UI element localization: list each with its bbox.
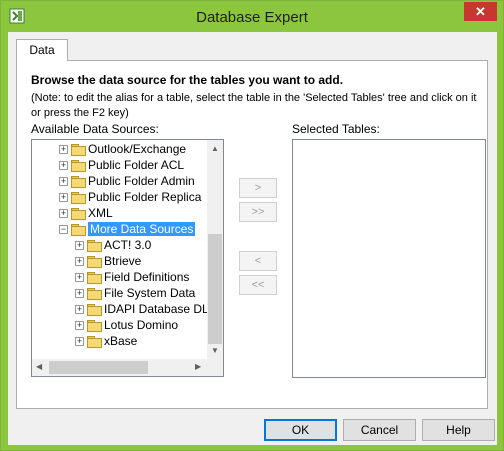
available-data-sources-tree[interactable]: + Outlook/Exchange + Public Folder ACL + Publ… bbox=[31, 139, 224, 377]
tree-item-label: Field Definitions bbox=[104, 270, 190, 284]
expand-icon[interactable]: + bbox=[59, 144, 68, 154]
tree-vertical-scrollbar[interactable]: ▲ ▼ bbox=[207, 140, 223, 360]
tree-item[interactable]: + Btrieve bbox=[75, 253, 141, 269]
add-all-tables-button[interactable]: >> bbox=[239, 202, 277, 222]
expand-icon[interactable]: + bbox=[75, 336, 84, 346]
selected-tables-tree[interactable] bbox=[292, 139, 486, 378]
expand-icon[interactable]: + bbox=[75, 320, 84, 330]
tree-item[interactable]: + IDAPI Database DL bbox=[75, 301, 209, 317]
folder-icon bbox=[71, 143, 86, 156]
collapse-icon[interactable]: − bbox=[59, 224, 68, 234]
horizontal-scroll-thumb[interactable] bbox=[49, 361, 148, 374]
tree-item-label: Public Folder Replica bbox=[88, 190, 202, 204]
tree-item-label: Public Folder ACL bbox=[88, 158, 185, 172]
tree-item-label: File System Data bbox=[104, 286, 196, 300]
expand-icon[interactable]: + bbox=[75, 256, 84, 266]
tree-item-label: Public Folder Admin bbox=[88, 174, 195, 188]
tree-item[interactable]: + Public Folder Replica bbox=[59, 189, 201, 205]
tree-item[interactable]: + Outlook/Exchange bbox=[59, 141, 186, 157]
expand-icon[interactable]: + bbox=[75, 288, 84, 298]
dialog-client-area: Data Browse the data source for the tabl… bbox=[8, 32, 497, 445]
remove-table-button[interactable]: < bbox=[239, 251, 277, 271]
expand-icon[interactable]: + bbox=[59, 160, 68, 170]
folder-icon bbox=[71, 223, 86, 236]
window-title: Database Expert bbox=[196, 9, 308, 26]
cancel-button[interactable]: Cancel bbox=[343, 419, 416, 441]
ok-button[interactable]: OK bbox=[264, 419, 337, 441]
tree-item-label: IDAPI Database DL bbox=[104, 302, 209, 316]
tree-item[interactable]: + ACT! 3.0 bbox=[75, 237, 151, 253]
tree-item-label: Lotus Domino bbox=[104, 318, 179, 332]
folder-icon bbox=[71, 175, 86, 188]
folder-icon bbox=[87, 319, 102, 332]
tree-item-label: xBase bbox=[104, 334, 138, 348]
scroll-up-icon[interactable]: ▲ bbox=[211, 144, 219, 153]
title-bar[interactable]: Database Expert ✕ bbox=[1, 1, 503, 32]
add-table-button[interactable]: > bbox=[239, 178, 277, 198]
alias-note: (Note: to edit the alias for a table, se… bbox=[31, 92, 477, 119]
folder-icon bbox=[87, 255, 102, 268]
expand-icon[interactable]: + bbox=[75, 240, 84, 250]
scroll-right-icon[interactable]: ▶ bbox=[195, 362, 201, 371]
instructions-heading: Browse the data source for the tables yo… bbox=[31, 73, 344, 87]
vertical-scroll-thumb[interactable] bbox=[208, 234, 222, 344]
close-icon: ✕ bbox=[475, 4, 486, 19]
expand-icon[interactable]: + bbox=[59, 176, 68, 186]
tree-horizontal-scrollbar[interactable]: ◀ ▶ bbox=[32, 359, 208, 376]
folder-icon bbox=[71, 207, 86, 220]
close-button[interactable]: ✕ bbox=[464, 2, 497, 21]
tree-item[interactable]: + Public Folder Admin bbox=[59, 173, 195, 189]
folder-icon bbox=[87, 335, 102, 348]
tree-item-label: More Data Sources bbox=[88, 222, 196, 236]
remove-all-tables-button[interactable]: << bbox=[239, 275, 277, 295]
tree-item-label: Outlook/Exchange bbox=[88, 142, 187, 156]
folder-icon bbox=[87, 271, 102, 284]
folder-icon bbox=[71, 159, 86, 172]
scroll-down-icon[interactable]: ▼ bbox=[211, 346, 219, 355]
expand-icon[interactable]: + bbox=[75, 304, 84, 314]
selected-tables-label: Selected Tables: bbox=[292, 122, 380, 136]
folder-icon bbox=[87, 239, 102, 252]
available-data-sources-label: Available Data Sources: bbox=[31, 122, 159, 136]
tree-item[interactable]: + XML bbox=[59, 205, 113, 221]
tree-item-label: XML bbox=[88, 206, 113, 220]
tree-item[interactable]: + xBase bbox=[75, 333, 137, 349]
tree-item-label: Btrieve bbox=[104, 254, 142, 268]
tree-item[interactable]: + Public Folder ACL bbox=[59, 157, 184, 173]
folder-icon bbox=[87, 287, 102, 300]
tree-item-label: ACT! 3.0 bbox=[104, 238, 152, 252]
tree-item[interactable]: + Lotus Domino bbox=[75, 317, 178, 333]
data-tab-panel: Browse the data source for the tables yo… bbox=[16, 60, 488, 409]
tree-item[interactable]: + Field Definitions bbox=[75, 269, 189, 285]
folder-icon bbox=[71, 191, 86, 204]
folder-icon bbox=[87, 303, 102, 316]
scroll-left-icon[interactable]: ◀ bbox=[36, 362, 42, 371]
tree-item[interactable]: + File System Data bbox=[75, 285, 195, 301]
database-expert-window: Database Expert ✕ Data Browse the data s… bbox=[0, 0, 504, 451]
expand-icon[interactable]: + bbox=[75, 272, 84, 282]
expand-icon[interactable]: + bbox=[59, 192, 68, 202]
scrollbar-corner bbox=[206, 359, 223, 376]
tree-item[interactable]: − More Data Sources bbox=[59, 221, 196, 237]
help-button[interactable]: Help bbox=[422, 419, 495, 441]
expand-icon[interactable]: + bbox=[59, 208, 68, 218]
tab-data[interactable]: Data bbox=[16, 39, 68, 61]
